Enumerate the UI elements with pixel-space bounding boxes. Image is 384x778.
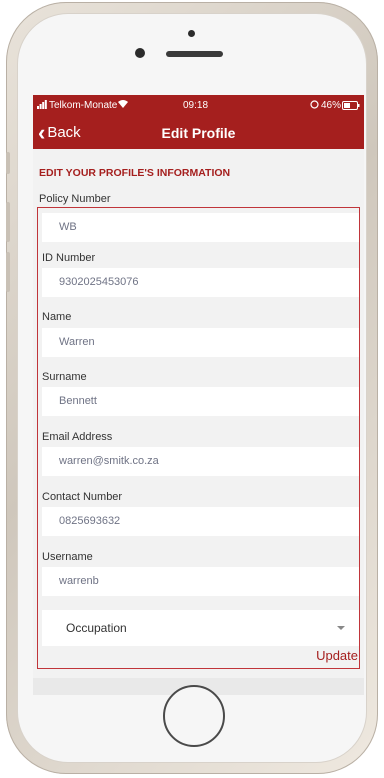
battery-icon	[342, 101, 360, 113]
volume-down-button	[6, 252, 10, 292]
front-camera	[135, 48, 145, 58]
id-number-field[interactable]: 9302025453076	[42, 268, 359, 297]
policy-number-label: Policy Number	[39, 193, 111, 205]
earpiece-speaker	[166, 51, 223, 57]
update-button[interactable]: Update	[316, 648, 358, 663]
chevron-down-icon	[337, 626, 345, 630]
email-label: Email Address	[42, 431, 113, 443]
section-title: EDIT YOUR PROFILE'S INFORMATION	[39, 167, 231, 179]
volume-up-button	[6, 202, 10, 242]
id-number-label: ID Number	[42, 252, 96, 264]
policy-number-field[interactable]: WB	[42, 213, 359, 242]
page-title: Edit Profile	[161, 125, 236, 141]
proximity-sensor	[188, 30, 195, 37]
occupation-select[interactable]: Occupation	[42, 610, 359, 646]
carrier-name: Telkom-Monate	[49, 100, 118, 111]
name-field[interactable]: Warren	[42, 328, 359, 357]
contact-number-field[interactable]: 0825693632	[42, 507, 359, 536]
alarm-icon	[310, 99, 319, 112]
username-field[interactable]: warrenb	[42, 567, 359, 596]
screen: Telkom-Monate 09:18 46% ‹ Back Edit Prof…	[33, 95, 364, 695]
contact-number-label: Contact Number	[42, 491, 123, 503]
mute-switch	[6, 152, 10, 174]
clock: 09:18	[183, 100, 209, 111]
email-field[interactable]: warren@smitk.co.za	[42, 447, 359, 476]
username-label: Username	[42, 551, 93, 563]
surname-label: Surname	[42, 371, 87, 383]
navigation-bar: ‹ Back Edit Profile	[33, 117, 364, 149]
surname-field[interactable]: Bennett	[42, 387, 359, 416]
profile-form: WB ID Number 9302025453076 Name Warren S…	[37, 207, 360, 669]
signal-icon	[37, 100, 47, 112]
battery-percentage: 46%	[321, 100, 342, 111]
occupation-label: Occupation	[66, 621, 127, 635]
name-label: Name	[42, 311, 72, 323]
home-button[interactable]	[163, 685, 225, 747]
status-bar: Telkom-Monate 09:18 46%	[33, 95, 364, 117]
wifi-icon	[117, 99, 129, 112]
